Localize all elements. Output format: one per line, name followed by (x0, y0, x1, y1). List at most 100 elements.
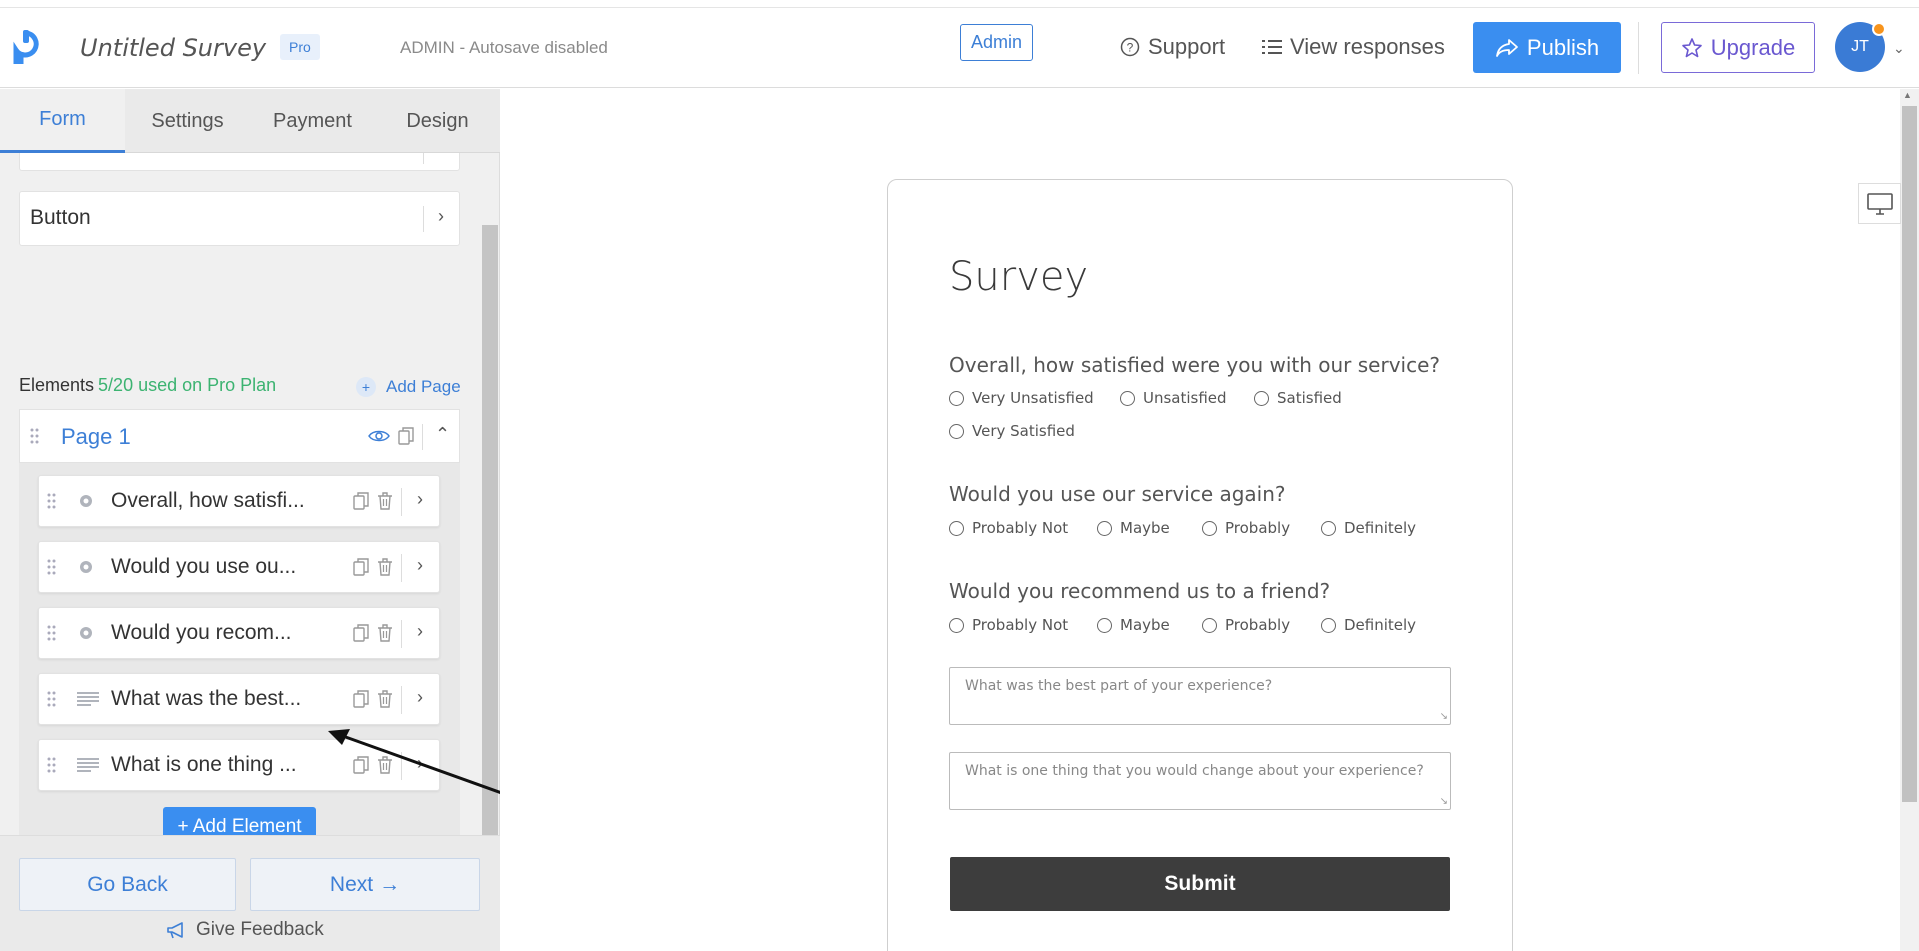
page-label[interactable]: Page 1 (61, 424, 131, 450)
eye-icon[interactable] (368, 429, 390, 443)
drag-handle-icon[interactable] (30, 428, 40, 444)
add-page-label: Add Page (386, 377, 461, 396)
pro-badge: Pro (280, 34, 320, 60)
chevron-right-icon[interactable]: › (417, 489, 423, 510)
publish-button[interactable]: Publish (1473, 22, 1621, 73)
view-responses-link[interactable]: View responses (1262, 34, 1445, 60)
copy-icon[interactable] (353, 624, 369, 642)
drag-handle-icon[interactable] (47, 757, 57, 773)
chevron-right-icon[interactable]: › (417, 621, 423, 642)
share-arrow-icon (1496, 38, 1518, 57)
tab-form[interactable]: Form (0, 89, 125, 153)
tab-payment[interactable]: Payment (250, 89, 375, 153)
radio-button[interactable] (1254, 390, 1269, 406)
best-part-textarea[interactable]: What was the best part of your experienc… (949, 667, 1451, 725)
radio-option[interactable]: Definitely (1321, 519, 1416, 537)
change-textarea[interactable]: What is one thing that you would change … (949, 752, 1451, 810)
radio-option[interactable]: Maybe (1097, 519, 1170, 537)
radio-option[interactable]: Definitely (1321, 616, 1416, 634)
radio-button[interactable] (949, 390, 964, 406)
radio-button[interactable] (949, 520, 964, 536)
drag-handle-icon[interactable] (47, 625, 57, 641)
radio-option[interactable]: Very Unsatisfied (949, 389, 1094, 407)
radio-option[interactable]: Probably Not (949, 616, 1068, 634)
trash-icon[interactable] (377, 624, 393, 642)
radio-option[interactable]: Probably (1202, 616, 1290, 634)
list-icon (1262, 40, 1282, 54)
radio-button[interactable] (1202, 520, 1217, 536)
element-label: Would you recom... (111, 621, 292, 644)
option-label: Maybe (1120, 616, 1170, 634)
radio-option[interactable]: Maybe (1097, 616, 1170, 634)
radio-option[interactable]: Very Satisfied (949, 422, 1075, 440)
resize-grip-icon[interactable]: ↘ (1440, 796, 1448, 807)
upgrade-button[interactable]: Upgrade (1661, 22, 1815, 73)
radio-option[interactable]: Unsatisfied (1120, 389, 1227, 407)
support-label: Support (1148, 34, 1226, 59)
radio-option[interactable]: Satisfied (1254, 389, 1342, 407)
drag-handle-icon[interactable] (47, 559, 57, 575)
copy-icon[interactable] (353, 558, 369, 576)
element-row[interactable]: Overall, how satisfi... › (38, 475, 440, 527)
go-back-button[interactable]: Go Back (19, 858, 236, 911)
radio-option[interactable]: Probably (1202, 519, 1290, 537)
app-logo-icon[interactable] (12, 30, 40, 64)
option-label: Definitely (1344, 616, 1417, 634)
radio-option[interactable]: Probably Not (949, 519, 1068, 537)
radio-button[interactable] (1321, 520, 1336, 536)
copy-icon[interactable] (398, 427, 414, 445)
main-scrollbar-thumb[interactable] (1902, 106, 1917, 802)
button-settings-row[interactable]: Button › (19, 191, 460, 246)
chevron-right-icon[interactable]: › (417, 687, 423, 708)
radio-button[interactable] (1097, 520, 1112, 536)
textarea-placeholder: What is one thing that you would change … (965, 763, 1424, 779)
page-header-row[interactable]: Page 1 ⌃ (19, 409, 460, 463)
resize-grip-icon[interactable]: ↘ (1440, 711, 1448, 722)
settings-row-clipped[interactable] (19, 153, 460, 171)
feedback-label: Give Feedback (196, 919, 324, 940)
add-page-button[interactable]: + Add Page (356, 377, 461, 397)
radio-button[interactable] (1120, 390, 1135, 406)
submit-button[interactable]: Submit (950, 857, 1450, 911)
tab-settings[interactable]: Settings (125, 89, 250, 153)
element-label: Overall, how satisfi... (111, 489, 305, 512)
radio-button[interactable] (949, 617, 964, 633)
publish-label: Publish (1526, 34, 1600, 60)
support-link[interactable]: ? Support (1120, 34, 1225, 60)
trash-icon[interactable] (377, 492, 393, 510)
chevron-down-icon[interactable]: ⌄ (1893, 40, 1905, 57)
desktop-preview-button[interactable] (1858, 183, 1901, 224)
survey-title[interactable]: Untitled Survey (80, 34, 266, 62)
next-label: Next (329, 872, 374, 896)
next-button[interactable]: Next → (250, 858, 480, 911)
radio-type-icon (80, 627, 92, 639)
trash-icon[interactable] (377, 690, 393, 708)
row-divider (401, 620, 402, 648)
give-feedback-link[interactable]: Give Feedback (166, 919, 324, 941)
star-icon (1681, 37, 1702, 57)
radio-type-icon (80, 561, 92, 573)
plus-icon: + (356, 377, 376, 397)
autosave-status: ADMIN - Autosave disabled (400, 38, 608, 57)
element-row[interactable]: What was the best... › (38, 673, 440, 725)
chevron-right-icon[interactable]: › (438, 206, 444, 227)
radio-button[interactable] (1321, 617, 1336, 633)
radio-button[interactable] (949, 423, 964, 439)
trash-icon[interactable] (377, 558, 393, 576)
admin-button[interactable]: Admin (960, 24, 1034, 61)
copy-icon[interactable] (353, 492, 369, 510)
chevron-right-icon[interactable]: › (417, 555, 423, 576)
chevron-up-icon[interactable]: ⌃ (435, 424, 450, 445)
elements-title: Elements (19, 375, 95, 395)
drag-handle-icon[interactable] (47, 691, 57, 707)
drag-handle-icon[interactable] (47, 493, 57, 509)
radio-button[interactable] (1097, 617, 1112, 633)
element-row[interactable]: Would you use ou... › (38, 541, 440, 593)
radio-button[interactable] (1202, 617, 1217, 633)
copy-icon[interactable] (353, 690, 369, 708)
upgrade-label: Upgrade (1710, 34, 1796, 60)
tab-design[interactable]: Design (375, 89, 500, 153)
scroll-up-icon[interactable]: ▲ (1903, 90, 1912, 100)
element-row[interactable]: Would you recom... › (38, 607, 440, 659)
row-divider (401, 686, 402, 714)
